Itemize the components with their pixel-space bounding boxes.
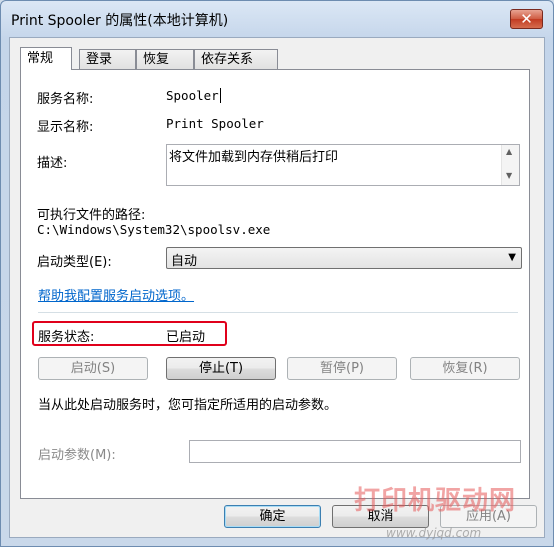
tab-recovery[interactable]: 恢复 (136, 49, 194, 69)
service-status-label: 服务状态: (38, 330, 95, 345)
service-status-value: 已启动 (166, 330, 206, 345)
watermark-text: 打印机驱动网 (354, 486, 517, 516)
resume-button[interactable]: 恢复(R) (410, 357, 520, 380)
startup-type-dropdown[interactable]: 自动 ▼ (166, 247, 522, 269)
start-params-input[interactable] (189, 440, 521, 463)
close-button[interactable]: ✕ (510, 9, 543, 29)
executable-path-value: C:\Windows\System32\spoolsv.exe (37, 222, 271, 237)
help-config-link[interactable]: 帮助我配置服务启动选项。 (38, 285, 194, 304)
scroll-up-icon[interactable]: ▲ (506, 147, 512, 156)
description-label: 描述: (37, 156, 68, 171)
scroll-down-icon[interactable]: ▼ (506, 171, 512, 180)
tab-logon[interactable]: 登录 (79, 49, 136, 69)
properties-window: Print Spooler 的属性(本地计算机) ✕ 常规 登录 恢复 依存关系… (0, 0, 554, 547)
chevron-down-icon: ▼ (508, 252, 516, 263)
window-title: Print Spooler 的属性(本地计算机) (11, 13, 229, 29)
service-name-value[interactable]: Spooler (166, 88, 221, 103)
stop-button[interactable]: 停止(T) (166, 357, 276, 380)
service-name-label: 服务名称: (37, 92, 94, 107)
general-tab-panel: 服务名称: Spooler 显示名称: Print Spooler 描述: 将文… (20, 69, 530, 499)
close-icon: ✕ (520, 10, 533, 28)
ok-button[interactable]: 确定 (224, 505, 321, 528)
startup-type-label: 启动类型(E): (37, 255, 112, 270)
start-params-label: 启动参数(M): (38, 448, 116, 463)
start-params-hint: 当从此处启动服务时，您可指定所适用的启动参数。 (38, 398, 338, 413)
display-name-label: 显示名称: (37, 120, 94, 135)
section-divider (38, 312, 518, 313)
executable-path-label: 可执行文件的路径: (37, 208, 146, 223)
tab-general[interactable]: 常规 (20, 47, 72, 70)
description-value: 将文件加载到内存供稍后打印 (169, 150, 339, 165)
display-name-value[interactable]: Print Spooler (166, 116, 264, 131)
pause-button[interactable]: 暂停(P) (287, 357, 397, 380)
startup-type-value: 自动 (171, 254, 198, 269)
start-button[interactable]: 启动(S) (38, 357, 148, 380)
description-scrollbar[interactable]: ▲ ▼ (501, 145, 519, 185)
title-bar[interactable]: Print Spooler 的属性(本地计算机) ✕ (1, 1, 553, 37)
description-field[interactable]: 将文件加载到内存供稍后打印 ▲ ▼ (166, 144, 520, 186)
tab-dependencies[interactable]: 依存关系 (194, 49, 278, 69)
dialog-client-area: 常规 登录 恢复 依存关系 服务名称: Spooler 显示名称: Print … (9, 37, 545, 538)
watermark-url: www.dyjqd.com (386, 526, 482, 540)
